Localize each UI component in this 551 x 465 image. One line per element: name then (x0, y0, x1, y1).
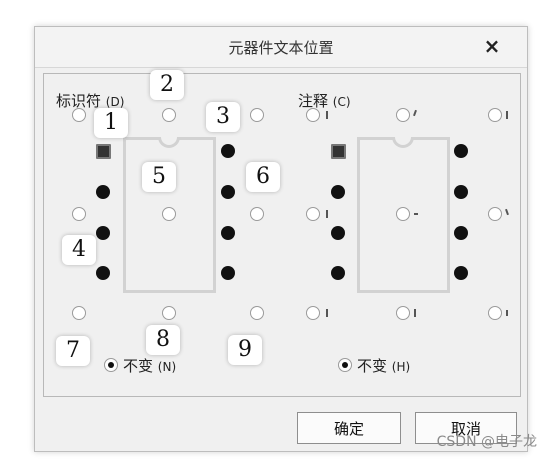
comment-unchanged-hotkey: (H) (391, 360, 411, 374)
designator-pos-top-center-radio[interactable] (162, 108, 176, 122)
designator-hotkey: (D) (105, 95, 125, 109)
designator-pin (221, 226, 235, 240)
comment-pin (331, 226, 345, 240)
comment-pos-bottom-left-radio[interactable] (306, 306, 320, 320)
callout-8: 8 (146, 325, 180, 355)
text-tick-icon (505, 208, 509, 216)
comment-pin (454, 144, 468, 158)
designator-pin (96, 226, 110, 240)
designator-unchanged-text: 不变 (123, 357, 154, 375)
callout-9: 9 (228, 335, 262, 365)
designator-unchanged-radio[interactable] (104, 358, 118, 372)
comment-pin-1 (331, 144, 346, 159)
text-tick-icon (506, 111, 508, 119)
watermark: CSDN @电子龙 (436, 434, 537, 450)
text-tick-icon (414, 309, 416, 317)
comment-pin (454, 266, 468, 280)
comment-unchanged-radio[interactable] (338, 358, 352, 372)
designator-unchanged-hotkey: (N) (157, 360, 177, 374)
designator-unchanged-label: 不变 (N) (123, 355, 176, 376)
text-tick-icon (326, 210, 328, 218)
text-tick-icon (413, 109, 417, 117)
designator-pos-middle-left-radio[interactable] (72, 207, 86, 221)
callout-7: 7 (56, 336, 90, 366)
designator-pos-center-radio[interactable] (162, 207, 176, 221)
callout-2: 2 (150, 70, 184, 100)
comment-pos-top-right-radio[interactable] (488, 108, 502, 122)
designator-pos-bottom-center-radio[interactable] (162, 306, 176, 320)
comment-pos-center-radio[interactable] (396, 207, 410, 221)
text-tick-icon (414, 213, 418, 215)
comment-unchanged-label: 不变 (H) (357, 355, 410, 376)
callout-3: 3 (206, 102, 240, 132)
designator-pos-top-left-radio[interactable] (72, 108, 86, 122)
designator-pin (96, 185, 110, 199)
title-bar: 元器件文本位置 × (35, 27, 527, 68)
callout-4: 4 (62, 235, 96, 265)
designator-pos-bottom-left-radio[interactable] (72, 306, 86, 320)
designator-pin (221, 144, 235, 158)
text-tick-icon (506, 310, 508, 316)
designator-pos-middle-right-radio[interactable] (250, 207, 264, 221)
callout-1: 1 (94, 108, 128, 138)
comment-pos-middle-right-radio[interactable] (488, 207, 502, 221)
designator-pin (221, 266, 235, 280)
ok-button[interactable]: 确定 (297, 412, 401, 444)
callout-5: 5 (142, 162, 176, 192)
close-icon[interactable]: × (479, 33, 505, 59)
comment-pos-bottom-center-radio[interactable] (396, 306, 410, 320)
comment-pos-middle-left-radio[interactable] (306, 207, 320, 221)
designator-pin-1 (96, 144, 111, 159)
comment-pin (454, 185, 468, 199)
comment-group-label: 注释 (C) (298, 90, 351, 111)
dialog-title: 元器件文本位置 (228, 39, 334, 57)
comment-pos-top-center-radio[interactable] (396, 108, 410, 122)
comment-unchanged-text: 不变 (357, 357, 388, 375)
callout-6: 6 (246, 162, 280, 192)
text-tick-icon (326, 111, 328, 119)
component-text-position-dialog: 元器件文本位置 × 标识符 (D) 注释 (C) 不变 (N) 不变 (H) 确… (34, 26, 528, 452)
designator-pos-bottom-right-radio[interactable] (250, 306, 264, 320)
comment-hotkey: (C) (332, 95, 351, 109)
comment-pos-bottom-right-radio[interactable] (488, 306, 502, 320)
comment-pin (331, 266, 345, 280)
designator-pin (96, 266, 110, 280)
comment-pin (331, 185, 345, 199)
designator-pin (221, 185, 235, 199)
comment-pos-top-left-radio[interactable] (306, 108, 320, 122)
designator-pos-top-right-radio[interactable] (250, 108, 264, 122)
text-tick-icon (326, 309, 328, 317)
comment-pin (454, 226, 468, 240)
